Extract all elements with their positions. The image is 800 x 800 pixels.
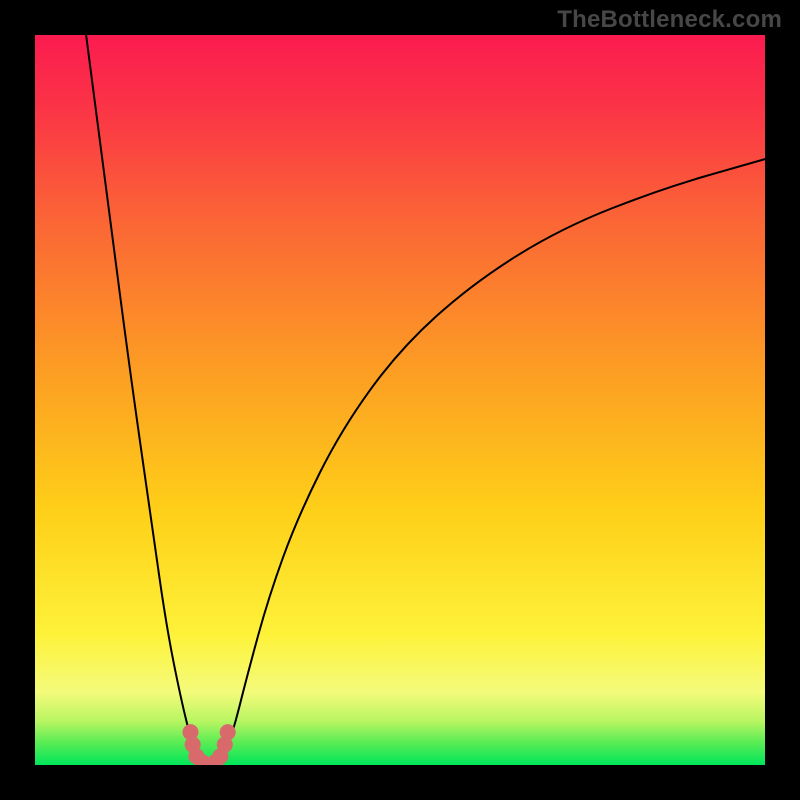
watermark-text: TheBottleneck.com xyxy=(557,6,782,34)
chart-frame: TheBottleneck.com xyxy=(0,0,800,800)
trough-marker xyxy=(220,724,236,740)
chart-svg xyxy=(35,35,765,765)
plot-area xyxy=(35,35,765,765)
gradient-background xyxy=(35,35,765,765)
